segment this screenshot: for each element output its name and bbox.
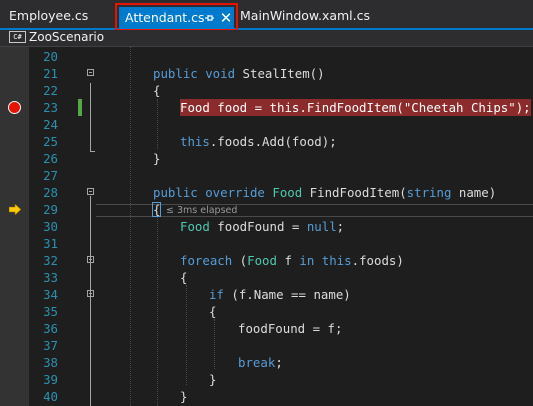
code-token: {	[153, 83, 161, 98]
code-token: food =	[209, 100, 270, 115]
code-token: {	[153, 202, 161, 217]
line-number: 31	[43, 236, 58, 251]
code-token: }	[180, 389, 188, 404]
code-line: 39 }	[0, 371, 533, 388]
code-token: foodFound = f;	[238, 321, 343, 336]
line-number: 22	[43, 83, 58, 98]
code-token: StealItem()	[235, 66, 325, 81]
collapse-region-icon[interactable]	[87, 256, 94, 263]
code-line-breakpoint: 23 Food food = this.FindFoodItem("Cheeta…	[0, 99, 533, 116]
line-number: 20	[43, 49, 58, 64]
code-token: }	[153, 151, 161, 166]
code-line: 26 }	[0, 150, 533, 167]
tab-attendant-label: Attendant.cs	[125, 10, 205, 25]
code-line: 25 this.foods.Add(food);	[0, 133, 533, 150]
line-number: 30	[43, 219, 58, 234]
code-line: 38 break;	[0, 354, 533, 371]
pin-tab-icon[interactable]	[203, 7, 215, 29]
line-number: 32	[43, 253, 58, 268]
code-editor[interactable]: 20 21 public void StealItem() 22 { 23 Fo…	[0, 47, 533, 406]
line-number: 39	[43, 372, 58, 387]
code-line: 31	[0, 235, 533, 252]
tab-employee-cs[interactable]: Employee.cs	[9, 5, 88, 26]
line-number: 27	[43, 168, 58, 183]
code-token: .foods)	[351, 253, 404, 268]
code-line: 32 foreach (Food f in this.foods)	[0, 252, 533, 269]
code-line: 24	[0, 116, 533, 133]
code-line: 34 if (f.Name == name)	[0, 286, 533, 303]
line-number: 24	[43, 117, 58, 132]
project-scope-dropdown[interactable]: ZooScenario	[29, 30, 104, 45]
code-token: .FindFoodItem(	[299, 100, 404, 115]
code-line: 27	[0, 167, 533, 184]
code-token: string	[406, 185, 452, 200]
collapse-region-icon[interactable]	[87, 290, 94, 297]
code-token: FindFoodItem(	[302, 185, 407, 200]
code-token: (f.Name == name)	[223, 287, 351, 302]
code-line: 21 public void StealItem()	[0, 65, 533, 82]
breakpoint-icon[interactable]	[8, 101, 21, 114]
code-token: Food	[247, 253, 277, 268]
code-token: this	[269, 100, 300, 115]
code-token: Food	[180, 100, 210, 115]
line-number: 35	[43, 304, 58, 319]
document-tab-strip: Employee.cs Attendant.cs ✕ MainWindow.xa…	[0, 0, 533, 31]
code-token: (	[232, 253, 248, 268]
close-tab-icon[interactable]: ✕	[219, 7, 233, 29]
code-token: public void	[153, 66, 236, 81]
code-token: this	[180, 134, 210, 149]
line-number: 33	[43, 270, 58, 285]
tab-attendant-cs[interactable]: Attendant.cs ✕	[119, 7, 234, 29]
code-line: 36 foodFound = f;	[0, 320, 533, 337]
code-token: name)	[451, 185, 497, 200]
line-number: 25	[43, 134, 58, 149]
line-number: 23	[43, 100, 58, 115]
code-token: .foods.Add(food);	[209, 134, 337, 149]
code-line: 22 {	[0, 82, 533, 99]
line-number: 34	[43, 287, 58, 302]
code-token: null	[306, 219, 337, 234]
code-token: Food	[272, 185, 303, 200]
code-token: );	[515, 100, 531, 115]
code-token: if	[209, 287, 224, 302]
code-token: this	[321, 253, 352, 268]
line-number: 29	[43, 202, 58, 217]
navigation-bar: C# ZooScenario	[0, 30, 533, 47]
code-token: Food	[180, 219, 210, 234]
code-token: ;	[275, 355, 283, 370]
code-token: {	[209, 304, 217, 319]
code-token: public override	[153, 185, 265, 200]
code-line: 40 }	[0, 388, 533, 405]
line-number: 40	[43, 389, 58, 404]
code-token: foreach	[180, 253, 233, 268]
csharp-project-icon: C#	[9, 31, 26, 43]
code-line: 30 Food foodFound = null;	[0, 218, 533, 235]
line-number: 26	[43, 151, 58, 166]
line-number: 21	[43, 66, 58, 81]
line-number: 37	[43, 338, 58, 353]
code-line: 37	[0, 337, 533, 354]
code-line: 33 {	[0, 269, 533, 286]
tab-mainwindow-xaml-cs[interactable]: MainWindow.xaml.cs	[240, 5, 370, 26]
code-token: {	[180, 270, 188, 285]
execution-arrow-icon	[9, 204, 21, 215]
code-line-current: 29 {	[0, 201, 533, 218]
code-token: "Cheetah Chips"	[403, 100, 516, 115]
code-token: }	[209, 372, 217, 387]
line-number: 36	[43, 321, 58, 336]
code-token: break	[238, 355, 276, 370]
code-token: foodFound =	[209, 219, 307, 234]
code-line: 35 {	[0, 303, 533, 320]
code-line: 20	[0, 48, 533, 65]
line-number: 28	[43, 185, 58, 200]
line-number: 38	[43, 355, 58, 370]
collapse-region-icon[interactable]	[87, 69, 94, 76]
code-line: 28 public override Food FindFoodItem(str…	[0, 184, 533, 201]
code-token: ;	[336, 219, 345, 234]
code-token: f	[276, 253, 300, 268]
code-token: in	[299, 253, 315, 268]
collapse-region-icon[interactable]	[87, 188, 94, 195]
active-tab-highlight-box: Attendant.cs ✕	[115, 3, 238, 31]
